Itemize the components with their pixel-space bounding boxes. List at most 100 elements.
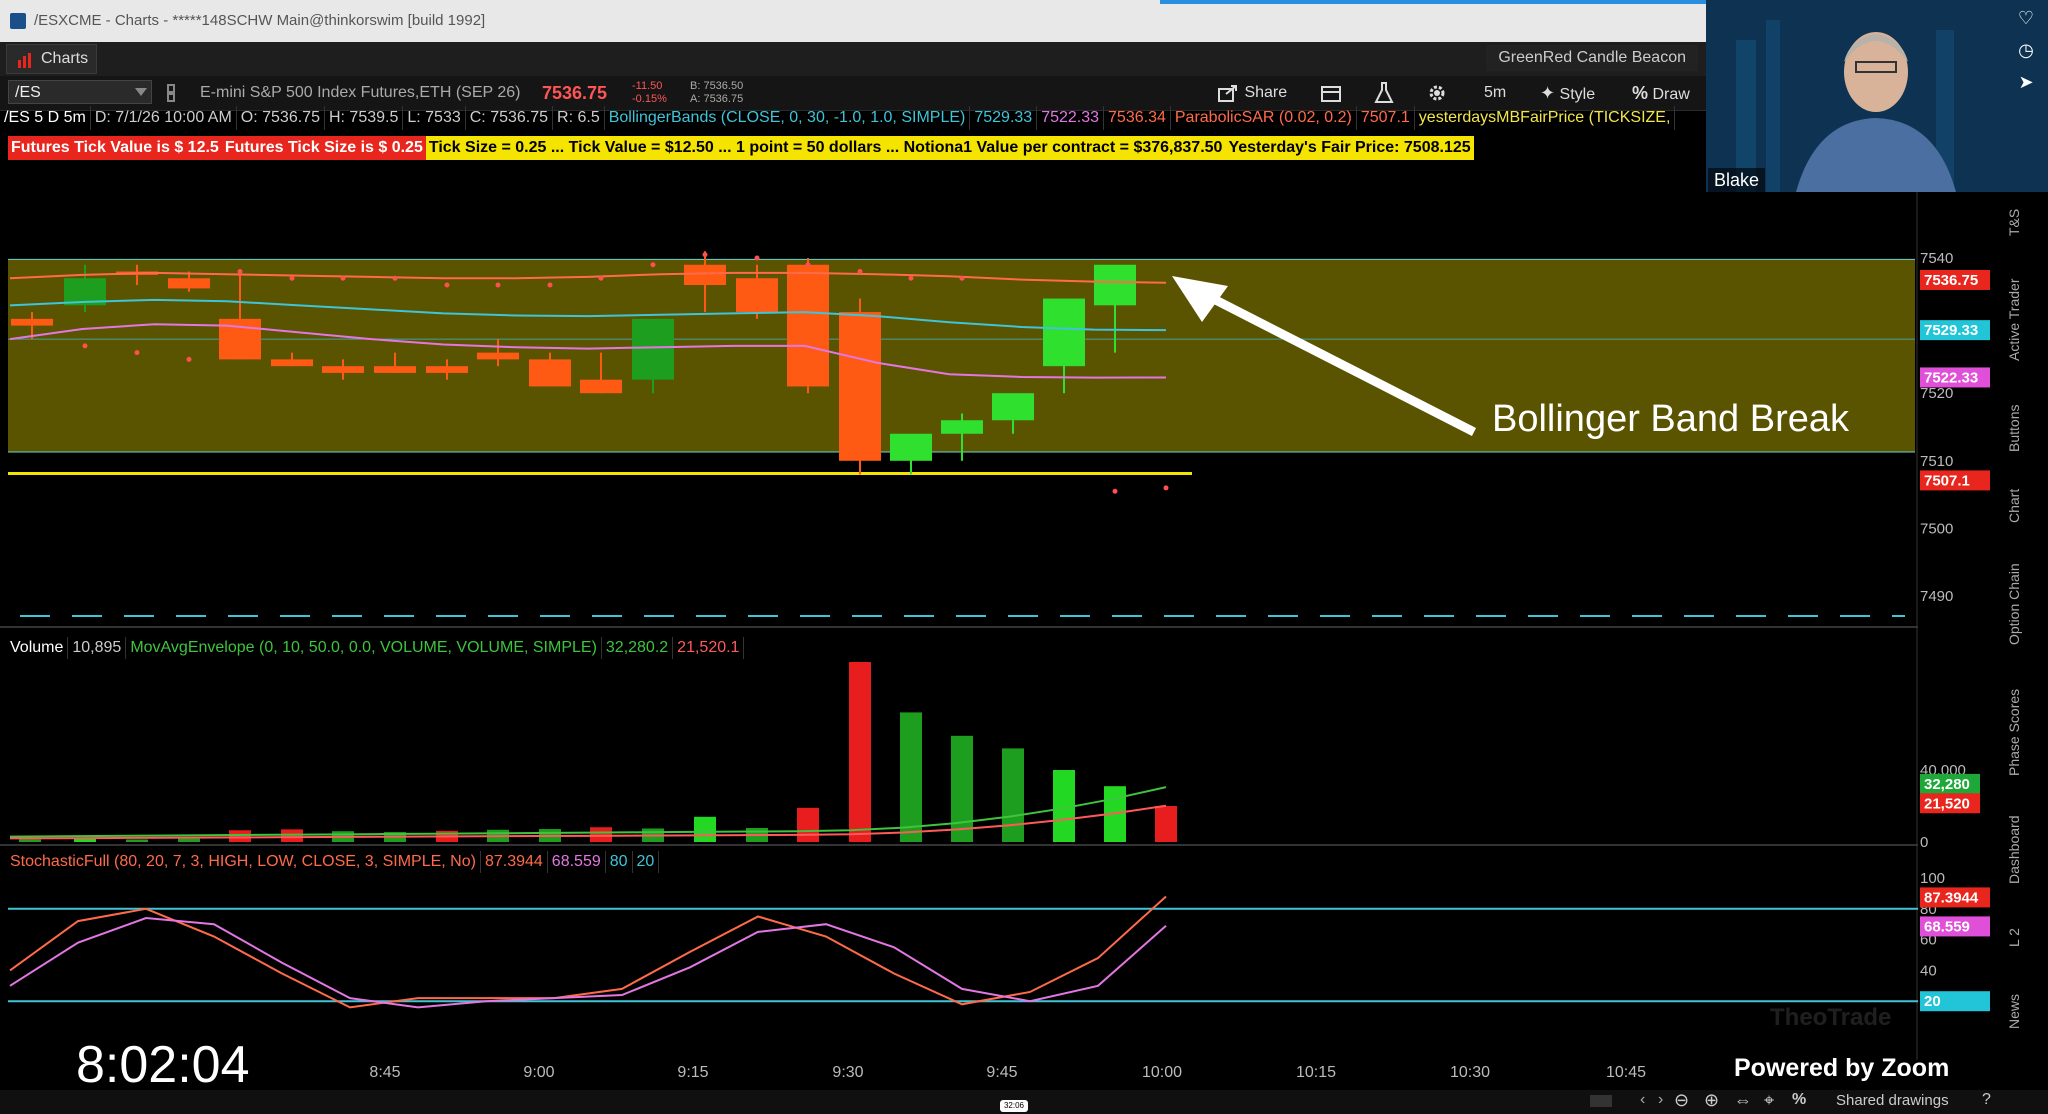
send-icon[interactable]: ➤ (2012, 72, 2040, 104)
percent-scale-icon[interactable]: % (1792, 1091, 1806, 1109)
clock-icon[interactable]: ◷ (2012, 40, 2040, 72)
gear-icon[interactable] (1426, 82, 1448, 104)
stoch-tick-label: 40 (1920, 962, 1937, 979)
candle-body (271, 359, 313, 367)
side-tab-t-s[interactable]: T&S (2006, 192, 2038, 252)
webcam-video: Blake (1706, 0, 2048, 192)
share-button[interactable]: Share (1218, 76, 1287, 110)
info-label-3: Yesterday's Fair Price: 7508.125 (1225, 136, 1474, 160)
watermark-text: TheoTrade (1770, 1004, 1892, 1031)
study-value-13: yesterdaysMBFairPrice (TICKSIZE, (1415, 106, 1676, 130)
info-label-2: Tick Size = 0.25 ... Tick Value = $12.50… (425, 136, 1226, 160)
side-tab-phase-scores[interactable]: Phase Scores (2006, 672, 2038, 792)
candle-body (684, 264, 726, 286)
study-value-2: O: 7536.75 (237, 106, 325, 130)
study-value-4: L: 7533 (403, 106, 466, 130)
volume-label-1: 10,895 (68, 637, 127, 659)
share-icon (1218, 84, 1237, 102)
time-tick-label: 9:45 (986, 1064, 1017, 1081)
price-badge-label: 7522.33 (1924, 369, 1978, 386)
price-chart[interactable]: 7540753075207510750074907536.757529.3375… (0, 160, 2010, 1090)
volume-label-3: 32,280.2 (602, 637, 674, 659)
candle-body (941, 420, 983, 434)
symbol-selector[interactable]: /ES (8, 80, 152, 104)
heart-icon[interactable]: ♡ (2012, 8, 2040, 40)
sar-dot (754, 255, 760, 261)
scroll-left-icon[interactable]: ‹ (1640, 1091, 1645, 1109)
side-tab-option-chain[interactable]: Option Chain (2006, 544, 2038, 664)
volume-badge-label: 21,520 (1924, 795, 1970, 812)
volume-bar (900, 712, 922, 842)
sar-dot (1163, 485, 1169, 491)
sar-dot (650, 262, 656, 268)
side-tab-l-2[interactable]: L 2 (2006, 908, 2038, 968)
side-tab-active-trader[interactable]: Active Trader (2006, 260, 2038, 380)
flask-icon[interactable] (1374, 82, 1394, 104)
candle-body (322, 366, 364, 373)
sar-dot (495, 282, 501, 288)
sar-dot (134, 350, 140, 356)
volume-bar (590, 827, 612, 842)
side-tab-buttons[interactable]: Buttons (2006, 388, 2038, 468)
volume-bar (126, 839, 148, 842)
candle-body (890, 433, 932, 461)
share-label: Share (1244, 84, 1288, 101)
custom-labels-bar: Futures Tick Value is $ 12.5 Futures Tick… (8, 136, 1474, 160)
beacon-title[interactable]: GreenRed Candle Beacon (1486, 45, 1698, 71)
progress-accent-line (1160, 0, 1706, 4)
shared-drawings-button[interactable]: Shared drawings (1836, 1092, 1949, 1109)
sar-dot (82, 343, 88, 349)
candle-body (632, 318, 674, 380)
net-change-pct: -0.15% (632, 93, 667, 105)
side-tab-news[interactable]: News (2006, 976, 2038, 1046)
side-tab-chart[interactable]: Chart (2006, 476, 2038, 536)
stochastic-study-labels: StochasticFull (80, 20, 7, 3, HIGH, LOW,… (6, 851, 660, 873)
fit-horizontal-icon[interactable]: ⇔ (1734, 1090, 1752, 1111)
sar-dot (598, 275, 604, 281)
scroll-thumb[interactable] (1590, 1095, 1612, 1107)
sar-dot (392, 275, 398, 281)
study-value-8: 7529.33 (970, 106, 1038, 130)
stoch-label-4: 20 (633, 851, 660, 873)
stoch-tick-label: 100 (1920, 870, 1945, 887)
crosshair-icon[interactable]: ⌖ (1764, 1090, 1774, 1111)
volume-tick-label: 0 (1920, 834, 1928, 851)
price-badge-label: 7536.75 (1924, 272, 1978, 289)
chevron-down-icon[interactable] (135, 88, 147, 96)
instrument-description: E-mini S&P 500 Index Futures,ETH (SEP 26… (200, 84, 521, 101)
charts-tab[interactable]: Charts (6, 44, 98, 74)
volume-bar (849, 662, 871, 842)
sar-dot (340, 275, 346, 281)
bid-ask-box: B: 7536.50 A: 7536.75 (690, 80, 743, 106)
timeframe-button[interactable]: 5m (1484, 76, 1506, 110)
candle-body (580, 379, 622, 394)
time-tick-label: 9:15 (677, 1064, 708, 1081)
candle-body (1043, 298, 1085, 367)
sar-dot (289, 275, 295, 281)
candle-body (529, 359, 571, 387)
annotation-text[interactable]: Bollinger Band Break (1492, 398, 1849, 441)
sar-dot (702, 252, 708, 258)
side-panel-tabs: T&S Active Trader Buttons Chart Option Chain… (2006, 192, 2040, 1028)
ask: A: 7536.75 (690, 93, 744, 105)
price-tick-label: 7520 (1920, 385, 1953, 402)
recording-time-badge: 32:06 (1000, 1100, 1028, 1112)
zoom-out-icon[interactable]: ⊖ (1674, 1090, 1689, 1111)
study-value-6: R: 6.5 (553, 106, 605, 130)
side-tab-dashboard[interactable]: Dashboard (2006, 800, 2038, 900)
link-icon[interactable] (164, 84, 178, 102)
scroll-right-icon[interactable]: › (1658, 1091, 1663, 1109)
sar-dot (908, 275, 914, 281)
info-label-0: Futures Tick Value is $ 12.5 (8, 136, 222, 160)
study-value-0: /ES 5 D 5m (0, 106, 91, 130)
help-icon[interactable]: ? (1982, 1091, 1991, 1109)
price-tick-label: 7500 (1920, 520, 1953, 537)
price-tick-label: 7540 (1920, 250, 1953, 267)
time-tick-label: 9:00 (523, 1064, 554, 1081)
sar-dot (1112, 488, 1118, 494)
percent-draw-icon: % (1632, 83, 1649, 103)
stoch-badge-label: 20 (1924, 993, 1941, 1010)
sar-dot (186, 356, 192, 362)
zoom-in-icon[interactable]: ⊕ (1704, 1090, 1719, 1111)
calendar-icon[interactable] (1320, 84, 1342, 102)
